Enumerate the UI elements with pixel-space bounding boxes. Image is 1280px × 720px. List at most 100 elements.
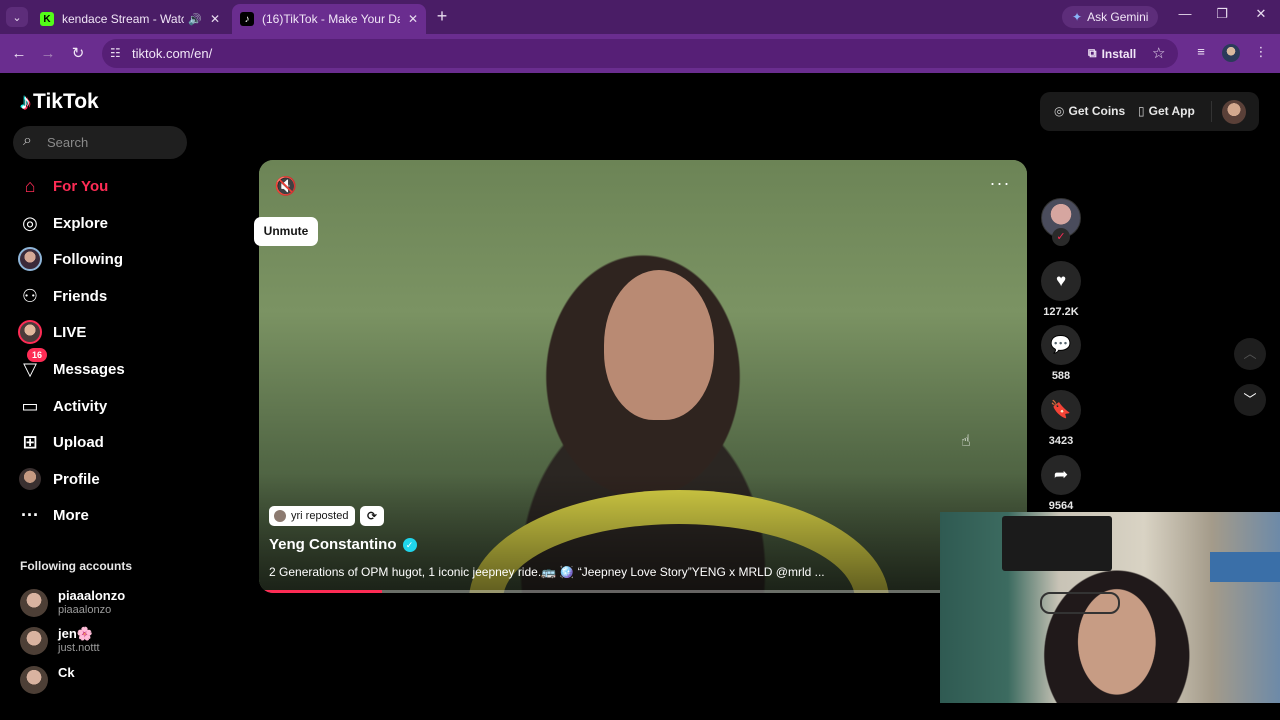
reposted-by-badge[interactable]: yri reposted bbox=[269, 506, 356, 526]
minimize-window-button[interactable]: — bbox=[1170, 6, 1200, 28]
nav-messages[interactable]: ▽ 16 Messages bbox=[18, 348, 125, 382]
video-progress-bar[interactable] bbox=[259, 590, 1027, 593]
blue-box bbox=[1210, 552, 1280, 582]
nav-label: Explore bbox=[53, 214, 109, 232]
search-icon: ⌕ bbox=[23, 132, 32, 149]
forward-button[interactable]: → bbox=[37, 43, 59, 65]
install-app-button[interactable]: ⧉ Install bbox=[1080, 42, 1144, 65]
user-avatar[interactable] bbox=[1222, 100, 1246, 124]
nav-label: Following bbox=[53, 250, 123, 268]
tab-search-menu-button[interactable]: ⌄ bbox=[6, 7, 28, 27]
bookmark-icon[interactable]: 🔖 bbox=[1041, 390, 1081, 430]
account-name: Ck bbox=[58, 665, 75, 680]
nav-live[interactable]: LIVE bbox=[18, 319, 86, 345]
bookmark-star-icon[interactable]: ☆ bbox=[1152, 44, 1165, 62]
tab-close-icon[interactable]: ✕ bbox=[408, 12, 418, 26]
following-accounts-heading: Following accounts bbox=[20, 559, 133, 573]
avatar bbox=[274, 510, 286, 522]
avatar bbox=[20, 589, 48, 617]
person-glasses bbox=[1040, 592, 1120, 614]
install-label: Install bbox=[1101, 46, 1137, 61]
get-app-button[interactable]: ▯ Get App bbox=[1138, 104, 1195, 118]
nav-label: Profile bbox=[53, 470, 100, 488]
tab-kendace-stream[interactable]: K kendace Stream - Watch Live 🔊 ✕ bbox=[32, 4, 228, 34]
address-bar[interactable]: ☷ tiktok.com/en/ ⧉ Install ☆ bbox=[102, 39, 1178, 68]
close-window-button[interactable]: ✕ bbox=[1246, 6, 1276, 28]
browser-menu-icon[interactable]: ⋮ bbox=[1251, 44, 1271, 64]
account-handle: just.nottt bbox=[58, 642, 100, 654]
tab-title: kendace Stream - Watch Live bbox=[62, 12, 185, 26]
nav-upload[interactable]: ⊞ Upload bbox=[18, 429, 104, 455]
video-player[interactable]: 🔇 ··· yri reposted ⟳ Yeng Constantino ✓ … bbox=[259, 160, 1027, 593]
unread-messages-badge: 16 bbox=[27, 348, 47, 362]
webcam-overlay bbox=[940, 512, 1280, 703]
nav-label: Upload bbox=[53, 433, 104, 451]
previous-video-button[interactable]: ︿ bbox=[1234, 338, 1266, 370]
gemini-sparkle-icon: ✦ bbox=[1072, 10, 1083, 24]
video-caption[interactable]: 2 Generations of OPM hugot, 1 iconic jee… bbox=[269, 565, 829, 579]
following-account-item[interactable]: Ck bbox=[20, 665, 200, 699]
account-handle: piaaalonzo bbox=[58, 604, 112, 616]
unmute-tooltip: Unmute bbox=[254, 217, 318, 246]
account-name: jen🌸 bbox=[58, 626, 93, 641]
tiktok-logo[interactable]: ♪ TikTok bbox=[20, 89, 99, 115]
nav-explore[interactable]: ◎ Explore bbox=[18, 210, 108, 236]
share-arrow-icon[interactable]: ➦ bbox=[1041, 455, 1081, 495]
divider bbox=[1211, 101, 1212, 122]
verified-badge-icon: ✓ bbox=[402, 537, 417, 552]
tab-tiktok[interactable]: ♪ (16)TikTok - Make Your Day ✕ bbox=[232, 4, 426, 34]
nav-more[interactable]: ··· More bbox=[18, 502, 89, 528]
nav-activity[interactable]: ▭ Activity bbox=[18, 393, 107, 419]
following-check-icon[interactable]: ✓ bbox=[1052, 228, 1070, 246]
next-video-button[interactable]: ﹀ bbox=[1234, 384, 1266, 416]
get-app-label: Get App bbox=[1148, 104, 1195, 118]
back-button[interactable]: ← bbox=[8, 43, 30, 65]
home-icon: ⌂ bbox=[24, 175, 36, 196]
get-coins-button[interactable]: ◎ Get Coins bbox=[1054, 104, 1125, 118]
share-count: 9564 bbox=[1048, 500, 1074, 512]
avatar bbox=[20, 627, 48, 655]
hand-cursor-icon: ☝ bbox=[961, 433, 971, 450]
url-text[interactable]: tiktok.com/en/ bbox=[132, 46, 212, 61]
comment-bubble-icon[interactable]: 💬 bbox=[1041, 325, 1081, 365]
kick-favicon-icon: K bbox=[40, 12, 54, 26]
live-avatar-icon bbox=[18, 320, 42, 344]
like-count: 127.2K bbox=[1043, 306, 1079, 318]
progress-fill bbox=[259, 590, 382, 593]
install-icon: ⧉ bbox=[1088, 46, 1097, 60]
nav-for-you[interactable]: ⌂ For You bbox=[18, 173, 109, 199]
printer bbox=[1002, 516, 1112, 571]
repost-icon[interactable]: ⟳ bbox=[360, 506, 384, 526]
following-account-item[interactable]: piaaalonzo piaaalonzo bbox=[20, 588, 200, 622]
following-account-item[interactable]: jen🌸 just.nottt bbox=[20, 626, 200, 660]
browser-profile-avatar[interactable] bbox=[1222, 44, 1240, 62]
friends-icon: ⚇ bbox=[21, 285, 39, 306]
comment-count: 588 bbox=[1051, 370, 1071, 382]
get-coins-label: Get Coins bbox=[1068, 104, 1126, 118]
reload-button[interactable]: ↻ bbox=[67, 43, 89, 65]
video-author[interactable]: Yeng Constantino ✓ bbox=[269, 536, 417, 553]
ask-gemini-button[interactable]: ✦ Ask Gemini bbox=[1062, 6, 1159, 28]
nav-profile[interactable]: Profile bbox=[18, 466, 100, 492]
more-options-icon[interactable]: ··· bbox=[987, 174, 1013, 196]
muted-speaker-icon[interactable]: 🔇 bbox=[273, 176, 299, 198]
more-dots-icon: ··· bbox=[21, 504, 39, 525]
new-tab-button[interactable]: + bbox=[432, 7, 452, 27]
browser-tab-bar: ⌄ K kendace Stream - Watch Live 🔊 ✕ ♪ (1… bbox=[0, 0, 1280, 34]
inbox-icon: ▽ 16 bbox=[18, 348, 47, 381]
media-controls-icon[interactable]: ≡ bbox=[1191, 44, 1211, 64]
search-input[interactable]: ⌕ Search bbox=[13, 126, 187, 159]
following-avatar-icon bbox=[18, 247, 42, 271]
nav-label: Friends bbox=[53, 287, 108, 305]
nav-label: For You bbox=[53, 177, 109, 195]
like-heart-icon[interactable]: ♥ bbox=[1041, 261, 1081, 301]
video-subject bbox=[604, 270, 714, 420]
site-info-icon[interactable]: ☷ bbox=[110, 46, 121, 60]
audio-playing-icon[interactable]: 🔊 bbox=[188, 13, 202, 26]
nav-friends[interactable]: ⚇ Friends bbox=[18, 283, 107, 309]
restore-window-button[interactable]: ❐ bbox=[1207, 6, 1237, 28]
nav-label: Activity bbox=[53, 397, 108, 415]
nav-following[interactable]: Following bbox=[18, 246, 123, 272]
tab-close-icon[interactable]: ✕ bbox=[210, 12, 220, 26]
browser-toolbar: ← → ↻ ☷ tiktok.com/en/ ⧉ Install ☆ ≡ ⋮ bbox=[0, 34, 1280, 73]
